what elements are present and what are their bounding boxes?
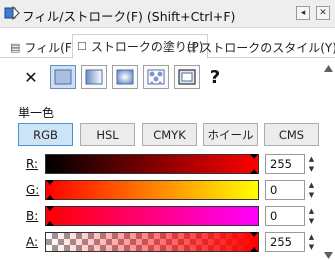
channel-g-value[interactable]: 0 xyxy=(265,180,305,200)
tab-fill-label: フィル(F) xyxy=(24,40,77,55)
no-paint-icon: ✕ xyxy=(24,67,38,87)
spin-up-icon[interactable]: ▲ xyxy=(306,232,317,242)
channel-a-gradient xyxy=(46,233,258,251)
tab-stroke-style[interactable]: ⇶ ストロークのスタイル(Y) xyxy=(187,36,335,58)
unset-paint-button[interactable]: ? xyxy=(202,65,228,89)
spin-down-icon[interactable]: ▼ xyxy=(306,216,317,226)
channel-b-thumb[interactable] xyxy=(46,206,54,226)
channel-a-spinner[interactable]: ▲ ▼ xyxy=(306,232,317,252)
channel-a-value[interactable]: 255 xyxy=(265,232,305,252)
swatch-icon xyxy=(178,69,196,85)
pattern-icon xyxy=(147,69,165,85)
spin-up-icon[interactable]: ▲ xyxy=(306,206,317,216)
close-icon[interactable]: ✕ xyxy=(316,6,330,20)
tab-bar: ▤ フィル(F) ☐ ストロークの塗り(P) ⇶ ストロークのスタイル(Y) xyxy=(0,34,335,59)
channel-b-label: B: xyxy=(26,209,39,223)
channel-g-label: G: xyxy=(26,183,40,197)
pattern-button[interactable] xyxy=(143,65,169,89)
swatch-button[interactable] xyxy=(174,65,200,89)
spin-up-icon[interactable]: ▲ xyxy=(306,154,317,164)
mode-cms-button[interactable]: CMS xyxy=(264,123,319,146)
tab-fill[interactable]: ▤ フィル(F) xyxy=(10,36,76,58)
mode-rgb-button[interactable]: RGB xyxy=(18,123,73,146)
scroll-up-icon[interactable] xyxy=(324,65,333,72)
channel-r-label: R: xyxy=(26,157,39,171)
flat-color-button[interactable] xyxy=(50,65,76,89)
spin-down-icon[interactable]: ▼ xyxy=(306,190,317,200)
mode-cmyk-button[interactable]: CMYK xyxy=(142,123,197,146)
spin-up-icon[interactable]: ▲ xyxy=(306,180,317,190)
fill-tab-icon: ▤ xyxy=(10,40,21,54)
flat-color-label: 単一色 xyxy=(18,106,55,120)
channel-r-slider[interactable] xyxy=(45,154,259,174)
channel-b-slider[interactable] xyxy=(45,206,259,226)
stroke-style-tab-icon: ⇶ xyxy=(187,40,197,54)
no-paint-button[interactable]: ✕ xyxy=(18,65,44,89)
spin-down-icon[interactable]: ▼ xyxy=(306,242,317,252)
stroke-paint-tab-icon: ☐ xyxy=(77,40,87,53)
channel-r-spinner[interactable]: ▲ ▼ xyxy=(306,154,317,174)
channel-g-slider[interactable] xyxy=(45,180,259,200)
spin-down-icon[interactable]: ▼ xyxy=(306,164,317,174)
channel-a-thumb[interactable] xyxy=(250,232,258,252)
panel-scrollbar[interactable] xyxy=(323,64,334,260)
dialog-title: フィル/ストローク(F) (Shift+Ctrl+F) xyxy=(22,9,236,24)
radial-gradient-icon xyxy=(116,69,134,85)
linear-gradient-icon xyxy=(85,69,103,85)
channel-g-thumb[interactable] xyxy=(46,180,54,200)
channel-r-thumb[interactable] xyxy=(250,154,258,174)
channel-a-slider[interactable] xyxy=(45,232,259,252)
channel-b-spinner[interactable]: ▲ ▼ xyxy=(306,206,317,226)
linear-gradient-button[interactable] xyxy=(81,65,107,89)
channel-b-value[interactable]: 0 xyxy=(265,206,305,226)
mode-wheel-button[interactable]: ホイール xyxy=(203,123,258,146)
radial-gradient-button[interactable] xyxy=(112,65,138,89)
fill-stroke-app-icon xyxy=(4,5,20,21)
channel-g-spinner[interactable]: ▲ ▼ xyxy=(306,180,317,200)
mode-hsl-button[interactable]: HSL xyxy=(80,123,135,146)
channel-b-gradient xyxy=(46,207,258,225)
channel-r-value[interactable]: 255 xyxy=(265,154,305,174)
channel-g-gradient xyxy=(46,181,258,199)
unset-paint-icon: ? xyxy=(209,66,221,88)
dock-icon[interactable]: ◂ xyxy=(296,6,310,20)
scroll-down-icon[interactable] xyxy=(324,252,333,259)
channel-a-label: A: xyxy=(26,235,39,249)
dialog-titlebar: フィル/ストローク(F) (Shift+Ctrl+F) ◂ ✕ xyxy=(0,0,335,28)
flat-color-icon xyxy=(54,69,72,85)
tab-stroke-style-label: ストロークのスタイル(Y) xyxy=(200,40,335,55)
channel-r-gradient xyxy=(46,155,258,173)
